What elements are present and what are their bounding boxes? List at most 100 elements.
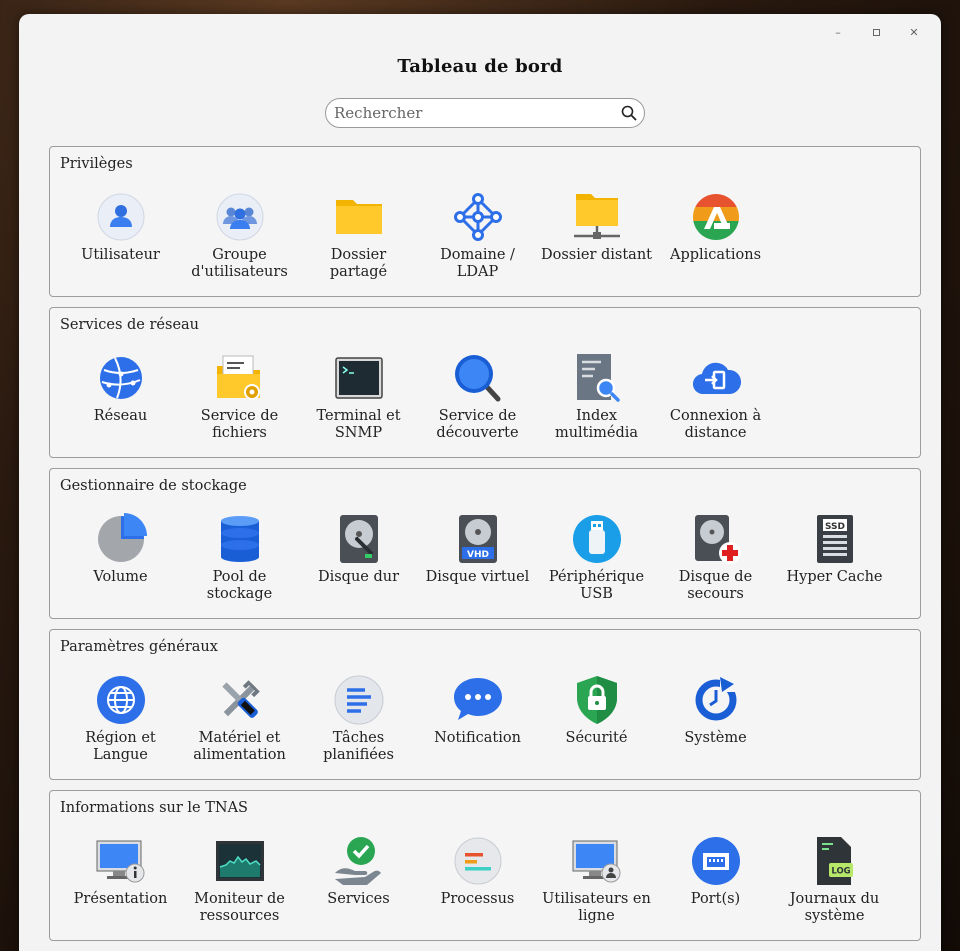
app-item-service-de-fichiers[interactable]: Service de fichiers <box>180 352 299 442</box>
app-item-label: Service de découverte <box>436 408 519 441</box>
app-item-pool-de-stockage[interactable]: Pool de stockage <box>180 513 299 603</box>
app-item-label: Disque virtuel <box>425 569 530 585</box>
app-item-domaine-ldap[interactable]: Domaine / LDAP <box>418 191 537 281</box>
app-item-label: Sécurité <box>565 730 628 746</box>
port-icon <box>690 835 742 887</box>
app-item-disque-de-secours[interactable]: Disque de secours <box>656 513 775 603</box>
section-informations-sur-le-tnas: Informations sur le TNAS Présentation Moni… <box>49 790 921 941</box>
app-item-connexion-a-distance[interactable]: Connexion à distance <box>656 352 775 442</box>
app-item-securite[interactable]: Sécurité <box>537 674 656 764</box>
terminal-icon <box>333 352 385 404</box>
app-item-service-de-decouverte[interactable]: Service de découverte <box>418 352 537 442</box>
app-item-systeme[interactable]: Système <box>656 674 775 764</box>
app-item-label: Applications <box>669 247 762 263</box>
discovery-icon <box>452 352 504 404</box>
user-icon <box>95 191 147 243</box>
process-icon <box>452 835 504 887</box>
section-title: Services de réseau <box>60 317 200 333</box>
close-button[interactable]: ✕ <box>895 20 933 44</box>
app-item-services[interactable]: Services <box>299 835 418 925</box>
app-item-label: Utilisateurs en ligne <box>542 891 651 924</box>
app-item-materiel-et-alimentation[interactable]: Matériel et alimentation <box>180 674 299 764</box>
search-icon[interactable] <box>614 98 644 128</box>
minimize-button[interactable]: – <box>819 20 857 44</box>
app-item-label: Journaux du système <box>789 891 880 924</box>
storage-pool-icon <box>214 513 266 565</box>
section-privileges: Privilèges Utilisateur Groupe d'utilisateu… <box>49 146 921 297</box>
app-item-label: Groupe d'utilisateurs <box>191 247 288 280</box>
network-icon <box>95 352 147 404</box>
app-item-label: Périphérique USB <box>548 569 645 602</box>
app-item-index-multimedia[interactable]: Index multimédia <box>537 352 656 442</box>
app-item-groupe-d-utilisateurs[interactable]: Groupe d'utilisateurs <box>180 191 299 281</box>
app-item-label: Port(s) <box>690 891 741 907</box>
app-item-dossier-partage[interactable]: Dossier partagé <box>299 191 418 281</box>
page-title: Tableau de bord <box>397 56 563 77</box>
usb-icon <box>571 513 623 565</box>
app-item-label: Disque dur <box>317 569 400 585</box>
ssd-cache-icon: SSD <box>809 513 861 565</box>
applications-icon <box>690 191 742 243</box>
hard-disk-icon <box>333 513 385 565</box>
app-item-label: Hyper Cache <box>786 569 883 585</box>
app-item-label: Système <box>684 730 747 746</box>
maximize-icon <box>872 28 880 36</box>
app-item-label: Service de fichiers <box>200 408 279 441</box>
app-item-label: Dossier partagé <box>329 247 388 280</box>
app-item-label: Dossier distant <box>541 247 652 263</box>
app-item-port-s[interactable]: Port(s) <box>656 835 775 925</box>
section-gestionnaire-de-stockage: Gestionnaire de stockage Volume Pool de st… <box>49 468 921 619</box>
chat-bubble-icon <box>452 674 504 726</box>
app-item-utilisateur[interactable]: Utilisateur <box>61 191 180 281</box>
file-service-icon <box>214 352 266 404</box>
monitor-info-icon <box>95 835 147 887</box>
app-item-label: Services <box>327 891 390 907</box>
app-item-dossier-distant[interactable]: Dossier distant <box>537 191 656 281</box>
app-item-label: Connexion à distance <box>669 408 762 441</box>
app-item-reseau[interactable]: Réseau <box>61 352 180 442</box>
section-items: Présentation Moniteur de ressources Servic… <box>61 835 894 925</box>
app-item-disque-dur[interactable]: Disque dur <box>299 513 418 603</box>
section-items: Région et Langue Matériel et alimentation… <box>61 674 775 764</box>
app-item-applications[interactable]: Applications <box>656 191 775 281</box>
search-input[interactable] <box>326 99 614 127</box>
app-item-utilisateurs-en-ligne[interactable]: Utilisateurs en ligne <box>537 835 656 925</box>
section-parametres-generaux: Paramètres généraux Région et Langue Matér… <box>49 629 921 780</box>
tools-icon <box>214 674 266 726</box>
app-item-label: Index multimédia <box>554 408 639 441</box>
app-item-moniteur-de-ressources[interactable]: Moniteur de ressources <box>180 835 299 925</box>
app-item-label: Présentation <box>73 891 168 907</box>
app-item-label: Utilisateur <box>81 247 160 263</box>
app-item-label: Matériel et alimentation <box>193 730 286 763</box>
resource-monitor-icon <box>214 835 266 887</box>
app-item-label: Domaine / LDAP <box>440 247 515 280</box>
domain-ldap-icon <box>452 191 504 243</box>
app-item-volume[interactable]: Volume <box>61 513 180 603</box>
app-item-journaux-du-systeme[interactable]: LOG Journaux du système <box>775 835 894 925</box>
scheduled-tasks-icon <box>333 674 385 726</box>
app-item-disque-virtuel[interactable]: VHD Disque virtuel <box>418 513 537 603</box>
svg-text:VHD: VHD <box>467 550 489 560</box>
spare-disk-icon <box>690 513 742 565</box>
app-item-label: Volume <box>93 569 148 585</box>
shared-folder-icon <box>333 191 385 243</box>
app-item-presentation[interactable]: Présentation <box>61 835 180 925</box>
app-item-notification[interactable]: Notification <box>418 674 537 764</box>
app-item-region-et-langue[interactable]: Région et Langue <box>61 674 180 764</box>
app-item-label: Processus <box>440 891 515 907</box>
app-item-taches-planifiees[interactable]: Tâches planifiées <box>299 674 418 764</box>
remote-connection-icon <box>690 352 742 404</box>
remote-folder-icon <box>571 191 623 243</box>
shield-lock-icon <box>571 674 623 726</box>
svg-text:LOG: LOG <box>831 867 850 877</box>
app-item-processus[interactable]: Processus <box>418 835 537 925</box>
app-item-terminal-et-snmp[interactable]: Terminal et SNMP <box>299 352 418 442</box>
app-item-label: Pool de stockage <box>206 569 273 602</box>
app-item-label: Terminal et SNMP <box>316 408 401 441</box>
app-item-hyper-cache[interactable]: SSD Hyper Cache <box>775 513 894 603</box>
search-box[interactable] <box>325 98 645 128</box>
app-item-peripherique-usb[interactable]: Périphérique USB <box>537 513 656 603</box>
user-group-icon <box>214 191 266 243</box>
maximize-button[interactable] <box>857 20 895 44</box>
section-items: Réseau Service de fichiers Terminal et SNM… <box>61 352 775 442</box>
